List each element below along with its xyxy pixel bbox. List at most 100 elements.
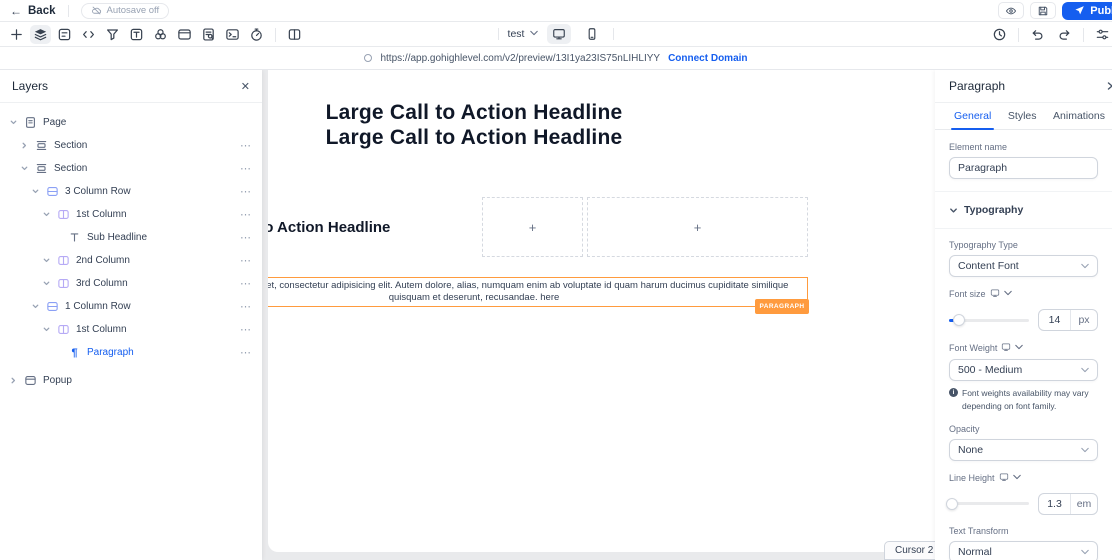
headline-element[interactable]: Large Call to Action Headline Large Call… (268, 100, 808, 150)
font-size-control: 14 px (949, 309, 1098, 331)
layers-panel: Layers ✕ Page Section ⋯ Section ⋯ 3 Column Ro… (0, 70, 262, 560)
layer-row-1-column-row[interactable]: 1 Column Row ⋯ (0, 295, 262, 318)
slider-handle[interactable] (953, 314, 966, 326)
desktop-icon[interactable] (990, 288, 1000, 300)
page-selector[interactable]: test (508, 28, 539, 40)
tab-styles[interactable]: Styles (1005, 103, 1040, 129)
top-bar: ← Back Autosave off Publish (0, 0, 1112, 22)
terminal-icon[interactable] (222, 25, 243, 44)
chevron-down-icon[interactable] (19, 164, 29, 173)
layer-row-2nd-column[interactable]: 2nd Column ⋯ (0, 249, 262, 272)
font-weight-select[interactable]: 500 - Medium (949, 359, 1098, 381)
element-name-value: Paragraph (958, 162, 1008, 174)
desktop-icon[interactable] (999, 472, 1009, 484)
opacity-label: Opacity (949, 423, 980, 434)
panel-collapse-icon[interactable] (1105, 80, 1112, 94)
add-element-button[interactable]: + (529, 220, 537, 235)
window-icon[interactable] (174, 25, 195, 44)
element-name-input[interactable]: Paragraph (949, 157, 1098, 179)
tab-animations[interactable]: Animations (1050, 103, 1108, 129)
chevron-down-icon[interactable] (1015, 343, 1024, 353)
layer-row-page[interactable]: Page (0, 111, 262, 134)
palette-icon[interactable] (150, 25, 171, 44)
layer-row-section[interactable]: Section ⋯ (0, 157, 262, 180)
typography-icon[interactable] (126, 25, 147, 44)
split-columns-icon[interactable] (284, 25, 305, 44)
font-size-unit[interactable]: px (1070, 310, 1097, 330)
line-height-slider[interactable] (946, 497, 1029, 510)
typography-section-toggle[interactable]: Typography (949, 204, 1098, 216)
layer-label: Section (54, 163, 88, 174)
layer-row-3-column-row[interactable]: 3 Column Row ⋯ (0, 180, 262, 203)
layer-label: 3rd Column (76, 278, 128, 289)
code-icon[interactable] (78, 25, 99, 44)
save-button[interactable] (1030, 2, 1057, 19)
autosave-label: Autosave off (106, 5, 160, 16)
font-size-input[interactable]: 14 (1039, 310, 1070, 330)
layer-label: 1st Column (76, 324, 127, 335)
chevron-down-icon[interactable] (41, 210, 51, 219)
column-2-empty[interactable]: + (482, 197, 583, 257)
page-icon (24, 116, 37, 129)
funnel-icon[interactable] (102, 25, 123, 44)
layer-row-1st-column[interactable]: 1st Column ⋯ (0, 203, 262, 226)
back-button[interactable]: ← Back (10, 4, 56, 18)
publish-label: Publish (1090, 4, 1112, 17)
layer-row-paragraph[interactable]: ¶ Paragraph ⋯ (0, 341, 262, 364)
chevron-down-icon[interactable] (30, 302, 40, 311)
desktop-icon[interactable] (1001, 342, 1011, 354)
line-height-unit[interactable]: em (1070, 493, 1097, 514)
chevron-down-icon[interactable] (1003, 289, 1012, 299)
tab-general[interactable]: General (951, 103, 995, 130)
history-icon[interactable] (989, 25, 1010, 44)
column-3-empty[interactable]: + (587, 197, 808, 257)
divider (613, 28, 615, 40)
layer-label: Page (43, 117, 67, 128)
typography-type-label: Typography Type (949, 240, 1018, 250)
chevron-down-icon[interactable] (8, 118, 18, 127)
layer-row-3rd-column[interactable]: 3rd Column ⋯ (0, 272, 262, 295)
chevron-down-icon[interactable] (1012, 473, 1021, 483)
chevron-down-icon[interactable] (41, 279, 51, 288)
layer-row-popup[interactable]: Popup (0, 369, 262, 392)
redo-icon[interactable] (1054, 25, 1075, 44)
undo-icon[interactable] (1027, 25, 1048, 44)
chevron-right-icon[interactable] (8, 376, 18, 385)
three-column-row: Call to Action Headline + + (268, 197, 808, 257)
add-icon[interactable] (6, 25, 27, 44)
mobile-view-button[interactable] (580, 24, 604, 44)
desktop-view-button[interactable] (547, 24, 572, 44)
timer-icon[interactable] (246, 25, 267, 44)
chevron-down-icon[interactable] (41, 256, 51, 265)
slider-handle[interactable] (946, 497, 959, 510)
page-builder: ← Back Autosave off Publish (0, 0, 1112, 560)
chevron-down-icon (950, 207, 957, 213)
page-content: Large Call to Action Headline Large Call… (268, 70, 809, 314)
column-1[interactable]: Call to Action Headline (268, 197, 478, 257)
layer-row-1st-column[interactable]: 1st Column ⋯ (0, 318, 262, 341)
autosave-status[interactable]: Autosave off (80, 2, 170, 19)
add-element-button[interactable]: + (694, 220, 702, 235)
chevron-right-icon[interactable] (19, 141, 29, 150)
layer-row-sub-headline[interactable]: Sub Headline ⋯ (0, 226, 262, 249)
sub-headline-element[interactable]: Call to Action Headline (268, 219, 390, 236)
publish-button[interactable]: Publish (1062, 1, 1112, 20)
page-seo-icon[interactable] (198, 25, 219, 44)
chevron-down-icon (1081, 263, 1089, 269)
layer-row-section[interactable]: Section ⋯ (0, 134, 262, 157)
line-height-input[interactable]: 1.3 (1039, 494, 1070, 514)
close-icon[interactable]: ✕ (241, 80, 250, 93)
cursor-tab-label: Cursor 2 (895, 545, 934, 556)
layers-icon[interactable] (30, 25, 51, 44)
connect-domain-link[interactable]: Connect Domain (668, 53, 747, 64)
form-icon[interactable] (54, 25, 75, 44)
settings-sliders-icon[interactable] (1092, 25, 1112, 44)
preview-button[interactable] (998, 2, 1025, 19)
font-size-slider[interactable] (949, 314, 1029, 326)
text-transform-select[interactable]: Normal (949, 540, 1098, 560)
typography-type-select[interactable]: Content Font (949, 255, 1098, 277)
opacity-select[interactable]: None (949, 438, 1098, 461)
paragraph-element-selected[interactable]: Lorem ipsum dolor sit amet, consectetur … (268, 277, 809, 314)
chevron-down-icon[interactable] (41, 325, 51, 334)
chevron-down-icon[interactable] (30, 187, 40, 196)
